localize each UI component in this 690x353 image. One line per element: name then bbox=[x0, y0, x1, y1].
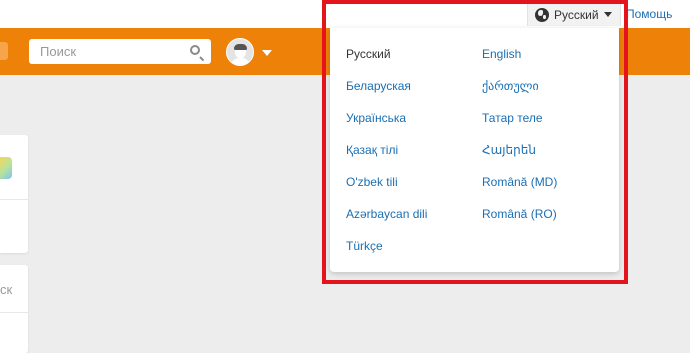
language-option[interactable]: Türkçe bbox=[346, 238, 427, 270]
language-option[interactable]: Azərbaycan dili bbox=[346, 206, 427, 238]
card-divider bbox=[0, 312, 28, 313]
language-dropdown: Русский Беларуская Українська Қазақ тілі… bbox=[330, 28, 619, 272]
caret-down-icon bbox=[603, 12, 612, 17]
language-option[interactable]: Беларуская bbox=[346, 78, 427, 110]
chevron-down-icon[interactable] bbox=[262, 50, 272, 56]
search-box[interactable] bbox=[29, 39, 211, 64]
avatar-hair bbox=[234, 44, 247, 50]
language-option[interactable]: Հայերեն bbox=[482, 142, 557, 174]
language-switcher-label: Русский bbox=[554, 7, 599, 22]
help-link[interactable]: Помощь bbox=[626, 7, 672, 21]
card-text-fragment: ск bbox=[0, 282, 13, 297]
language-option[interactable]: Română (RO) bbox=[482, 206, 557, 238]
language-column-right: English ქართული Татар теле Հայերեն Român… bbox=[482, 46, 557, 238]
avatar-body bbox=[231, 58, 250, 65]
language-switcher[interactable]: Русский bbox=[527, 2, 621, 26]
globe-icon bbox=[535, 7, 549, 22]
language-option[interactable]: Українська bbox=[346, 110, 427, 142]
language-option[interactable]: Қазақ тілі bbox=[346, 142, 427, 174]
language-option[interactable]: English bbox=[482, 46, 557, 78]
language-option-current: Русский bbox=[346, 47, 391, 61]
search-input[interactable] bbox=[40, 44, 180, 59]
page: Русский Помощь ск Русский Беларуская Укр… bbox=[0, 0, 690, 353]
language-option[interactable]: O'zbek tili bbox=[346, 174, 427, 206]
top-bar: Русский Помощь bbox=[0, 0, 690, 28]
language-option[interactable]: Татар теле bbox=[482, 110, 557, 142]
search-icon[interactable] bbox=[190, 45, 200, 55]
language-option[interactable]: Română (MD) bbox=[482, 174, 557, 206]
avatar[interactable] bbox=[226, 38, 254, 66]
header-logo-fragment[interactable] bbox=[0, 42, 8, 60]
left-card-top bbox=[0, 135, 28, 253]
left-card-bottom: ск bbox=[0, 265, 28, 353]
app-thumbnail[interactable] bbox=[0, 157, 12, 179]
language-option[interactable]: ქართული bbox=[482, 78, 557, 110]
language-column-left: Русский Беларуская Українська Қазақ тілі… bbox=[346, 46, 427, 270]
card-divider bbox=[0, 199, 28, 200]
